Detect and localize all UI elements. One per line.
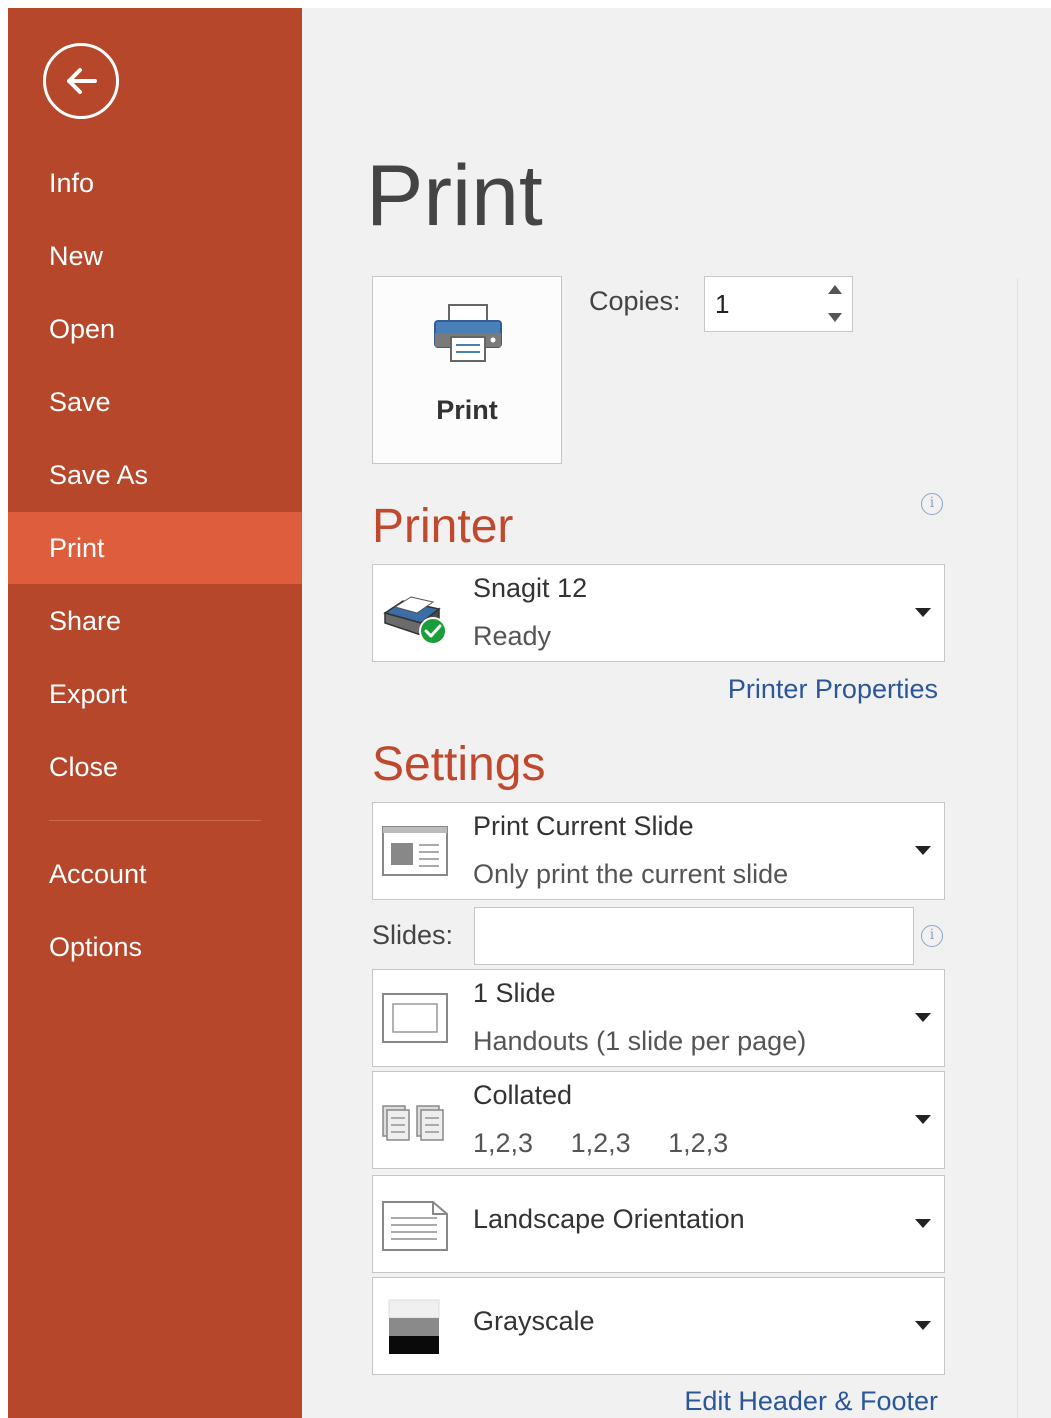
printer-icon xyxy=(434,304,502,362)
orientation-dropdown[interactable]: Landscape Orientation xyxy=(372,1175,945,1273)
grayscale-icon xyxy=(388,1299,440,1354)
collation-set-3: 1,2,3 xyxy=(668,1128,729,1158)
slide-icon xyxy=(382,826,448,876)
copies-decrement-icon[interactable] xyxy=(828,313,842,322)
printer-heading: Printer xyxy=(372,500,514,553)
nav-item-close[interactable]: Close xyxy=(8,731,302,803)
backstage-sidebar: Info New Open Save Save As Print Share E… xyxy=(8,8,302,1418)
nav-item-options[interactable]: Options xyxy=(8,911,302,983)
chevron-down-icon xyxy=(915,1321,931,1330)
edit-header-footer-link[interactable]: Edit Header & Footer xyxy=(684,1386,938,1417)
copies-increment-icon[interactable] xyxy=(828,285,842,294)
print-button[interactable]: Print xyxy=(372,276,562,464)
collated-pages-icon xyxy=(382,1105,444,1141)
collation-dropdown[interactable]: Collated 1,2,3 1,2,3 1,2,3 xyxy=(372,1071,945,1169)
nav-item-account[interactable]: Account xyxy=(8,838,302,910)
slides-info-icon[interactable]: i xyxy=(921,925,943,947)
nav-item-info[interactable]: Info xyxy=(8,147,302,219)
settings-heading: Settings xyxy=(372,738,546,791)
orientation-title: Landscape Orientation xyxy=(473,1204,745,1234)
print-range-dropdown[interactable]: Print Current Slide Only print the curre… xyxy=(372,802,945,900)
collation-set-2: 1,2,3 xyxy=(570,1128,631,1158)
printer-status: Ready xyxy=(473,621,552,651)
copies-spinner[interactable]: 1 xyxy=(704,276,853,332)
layout-subtitle: Handouts (1 slide per page) xyxy=(473,1026,807,1056)
sidebar-divider xyxy=(49,820,261,821)
landscape-page-icon xyxy=(382,1201,448,1251)
copies-label: Copies: xyxy=(589,286,681,316)
nav-item-share[interactable]: Share xyxy=(8,585,302,657)
printer-ready-icon xyxy=(383,596,447,645)
chevron-down-icon xyxy=(915,1013,931,1022)
print-button-label: Print xyxy=(436,395,498,425)
nav-item-save[interactable]: Save xyxy=(8,366,302,438)
layout-dropdown[interactable]: 1 Slide Handouts (1 slide per page) xyxy=(372,969,945,1067)
collation-title: Collated xyxy=(473,1080,573,1110)
nav-item-save-as[interactable]: Save As xyxy=(8,439,302,511)
slides-input[interactable] xyxy=(474,907,914,965)
layout-title: 1 Slide xyxy=(473,978,556,1008)
print-range-title: Print Current Slide xyxy=(473,811,694,841)
collation-set-1: 1,2,3 xyxy=(473,1128,534,1158)
nav-item-export[interactable]: Export xyxy=(8,658,302,730)
page-title: Print xyxy=(366,148,543,244)
chevron-down-icon xyxy=(915,608,931,617)
chevron-down-icon xyxy=(915,846,931,855)
copies-value: 1 xyxy=(715,289,730,319)
color-dropdown[interactable]: Grayscale xyxy=(372,1277,945,1375)
nav-item-new[interactable]: New xyxy=(8,220,302,292)
preview-divider xyxy=(1017,278,1018,1418)
nav-item-open[interactable]: Open xyxy=(8,293,302,365)
back-arrow-icon xyxy=(67,68,97,94)
printer-name: Snagit 12 xyxy=(473,573,588,603)
nav-item-print[interactable]: Print xyxy=(8,512,302,584)
collation-sequence: 1,2,3 1,2,3 1,2,3 xyxy=(473,1128,758,1159)
printer-properties-link[interactable]: Printer Properties xyxy=(728,674,938,705)
printer-dropdown[interactable]: Snagit 12 Ready xyxy=(372,564,945,662)
full-page-slide-icon xyxy=(382,993,448,1043)
printer-info-icon[interactable]: i xyxy=(921,493,943,515)
back-button[interactable] xyxy=(43,43,119,119)
color-title: Grayscale xyxy=(473,1306,595,1336)
chevron-down-icon xyxy=(915,1115,931,1124)
print-range-subtitle: Only print the current slide xyxy=(473,859,789,889)
slides-label: Slides: xyxy=(372,920,454,950)
chevron-down-icon xyxy=(915,1219,931,1228)
